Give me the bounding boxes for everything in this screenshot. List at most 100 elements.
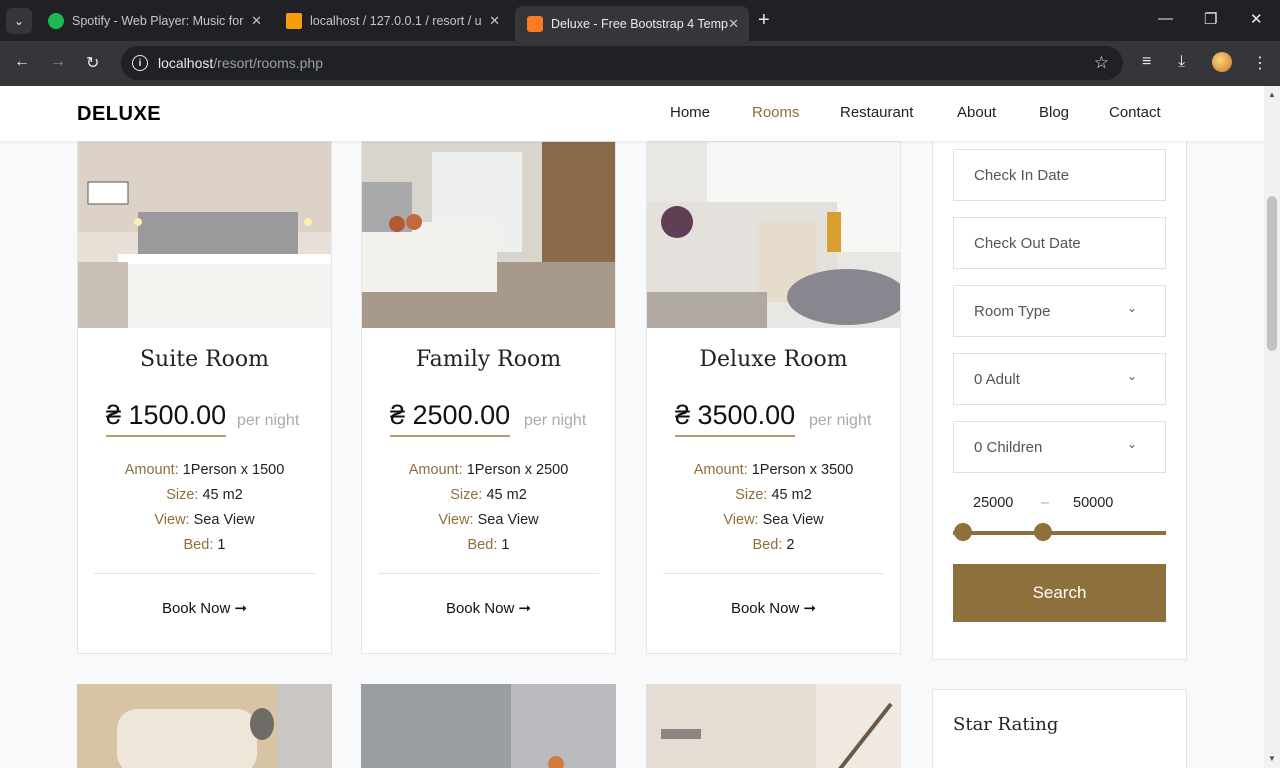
- room-type-value: Room Type: [974, 303, 1051, 320]
- room-photo: [362, 142, 615, 328]
- bed-value: 2: [786, 537, 795, 553]
- size-value: 45 m2: [202, 487, 243, 503]
- divider: [378, 573, 599, 574]
- room-price: ₴ 3500.00: [675, 400, 796, 437]
- price-range-max-handle[interactable]: [1034, 523, 1052, 541]
- view-value: Sea View: [762, 512, 824, 528]
- chevron-down-icon: ⌄: [1126, 369, 1137, 383]
- tab-phpmyadmin[interactable]: localhost / 127.0.0.1 / resort / u ✕: [274, 6, 510, 35]
- close-tab-icon[interactable]: ✕: [251, 13, 262, 29]
- room-photo: [77, 684, 332, 768]
- view-label: View:: [723, 512, 759, 528]
- arrow-right-icon: ➞: [234, 600, 248, 617]
- url-text: localhost/resort/rooms.php: [158, 55, 323, 71]
- scrollbar-thumb[interactable]: [1267, 196, 1277, 351]
- browser-toolbar: ← → ↻ i localhost/resort/rooms.php ☆ ≡ ⤓…: [0, 41, 1280, 86]
- tab-deluxe[interactable]: Deluxe - Free Bootstrap 4 Temp ✕: [515, 6, 749, 41]
- check-out-date-input[interactable]: Check Out Date: [953, 217, 1166, 269]
- nav-contact[interactable]: Contact: [1109, 104, 1161, 121]
- adults-select[interactable]: 0 Adult ⌄: [953, 353, 1166, 405]
- nav-rooms[interactable]: Rooms: [752, 104, 800, 121]
- room-photo: [361, 684, 616, 768]
- amount-value: 1Person x 3500: [751, 462, 854, 478]
- url-host: localhost: [158, 55, 214, 71]
- bed-label: Bed:: [183, 537, 214, 553]
- site-logo[interactable]: DELUXE: [77, 103, 161, 126]
- forward-icon[interactable]: →: [50, 53, 66, 71]
- spotify-icon: [48, 12, 64, 29]
- arrow-right-icon: ➞: [518, 600, 532, 617]
- tab-title: Spotify - Web Player: Music for: [72, 13, 244, 28]
- restore-icon[interactable]: ❐: [1204, 10, 1217, 28]
- size-row: Size: 45 m2: [362, 483, 615, 508]
- size-value: 45 m2: [486, 487, 527, 503]
- book-now-link[interactable]: Book Now ➞: [362, 599, 615, 617]
- url-path: /resort/rooms.php: [213, 55, 323, 71]
- per-night-label: per night: [237, 412, 300, 429]
- reload-icon[interactable]: ↻: [86, 53, 99, 73]
- book-now-label: Book Now: [161, 600, 231, 617]
- room-details: Amount: 1Person x 3500 Size: 45 m2 View:…: [647, 458, 900, 558]
- book-now-link[interactable]: Book Now ➞: [78, 599, 331, 617]
- bed-value: 1: [217, 537, 226, 553]
- page-viewport: Suite Room ₴ 1500.00 per night Amount: 1…: [0, 86, 1264, 768]
- divider: [94, 573, 315, 574]
- tab-search-dropdown[interactable]: ⌄: [6, 8, 32, 34]
- bed-label: Bed:: [752, 537, 783, 553]
- per-night-label: per night: [809, 412, 872, 429]
- download-icon[interactable]: ⤓: [1178, 53, 1185, 71]
- divider: [663, 573, 884, 574]
- xampp-icon: [527, 15, 543, 32]
- room-photo: [78, 142, 331, 328]
- view-label: View:: [438, 512, 474, 528]
- check-in-date-input[interactable]: Check In Date: [953, 149, 1166, 201]
- close-window-icon[interactable]: ✕: [1250, 10, 1263, 28]
- media-queue-icon[interactable]: ≡: [1142, 53, 1151, 71]
- address-bar[interactable]: i localhost/resort/rooms.php ☆: [121, 46, 1123, 80]
- tab-title: Deluxe - Free Bootstrap 4 Temp: [551, 16, 728, 31]
- view-row: View: Sea View: [362, 508, 615, 533]
- booking-filter-panel: Check In Date Check Out Date Room Type ⌄ …: [932, 126, 1187, 660]
- page-scrollbar[interactable]: ▲ ▼: [1264, 86, 1280, 768]
- search-button[interactable]: Search: [953, 564, 1166, 622]
- tab-spotify[interactable]: Spotify - Web Player: Music for ✕: [36, 6, 272, 35]
- room-name: Family Room: [415, 347, 562, 372]
- bookmark-star-icon[interactable]: ☆: [1094, 53, 1109, 73]
- room-details: Amount: 1Person x 1500 Size: 45 m2 View:…: [78, 458, 331, 558]
- amount-label: Amount:: [693, 462, 748, 478]
- minimize-icon[interactable]: —: [1158, 10, 1173, 27]
- book-now-link[interactable]: Book Now ➞: [647, 599, 900, 617]
- scroll-down-icon[interactable]: ▼: [1268, 754, 1276, 763]
- nav-about[interactable]: About: [957, 104, 996, 121]
- size-label: Size:: [166, 487, 199, 503]
- close-tab-icon[interactable]: ✕: [728, 16, 739, 32]
- site-header: DELUXE Home Rooms Restaurant About Blog …: [0, 86, 1264, 141]
- site-info-icon[interactable]: i: [132, 55, 148, 71]
- children-select[interactable]: 0 Children ⌄: [953, 421, 1166, 473]
- room-card: Family Room ₴ 2500.00 per night Amount: …: [361, 141, 616, 654]
- nav-restaurant[interactable]: Restaurant: [840, 104, 913, 121]
- room-type-select[interactable]: Room Type ⌄: [953, 285, 1166, 337]
- size-row: Size: 45 m2: [78, 483, 331, 508]
- back-icon[interactable]: ←: [14, 53, 30, 71]
- room-details: Amount: 1Person x 2500 Size: 45 m2 View:…: [362, 458, 615, 558]
- scroll-up-icon[interactable]: ▲: [1268, 90, 1276, 99]
- price-range-max: 50000: [1073, 495, 1114, 511]
- star-rating-heading: Star Rating: [953, 714, 1059, 735]
- profile-avatar[interactable]: [1212, 52, 1232, 72]
- size-value: 45 m2: [771, 487, 812, 503]
- price-range-track[interactable]: [953, 531, 1166, 535]
- room-card: Suite Room ₴ 1500.00 per night Amount: 1…: [77, 141, 332, 654]
- nav-home[interactable]: Home: [670, 104, 710, 121]
- bed-row: Bed: 1: [362, 533, 615, 558]
- new-tab-button[interactable]: +: [758, 9, 770, 32]
- menu-dots-icon[interactable]: ⋮: [1252, 53, 1268, 73]
- nav-blog[interactable]: Blog: [1039, 104, 1069, 121]
- bed-value: 1: [501, 537, 510, 553]
- size-label: Size:: [450, 487, 483, 503]
- price-range-min-handle[interactable]: [954, 523, 972, 541]
- close-tab-icon[interactable]: ✕: [489, 13, 500, 29]
- amount-label: Amount:: [124, 462, 179, 478]
- room-price: ₴ 1500.00: [106, 400, 227, 437]
- amount-row: Amount: 1Person x 1500: [78, 458, 331, 483]
